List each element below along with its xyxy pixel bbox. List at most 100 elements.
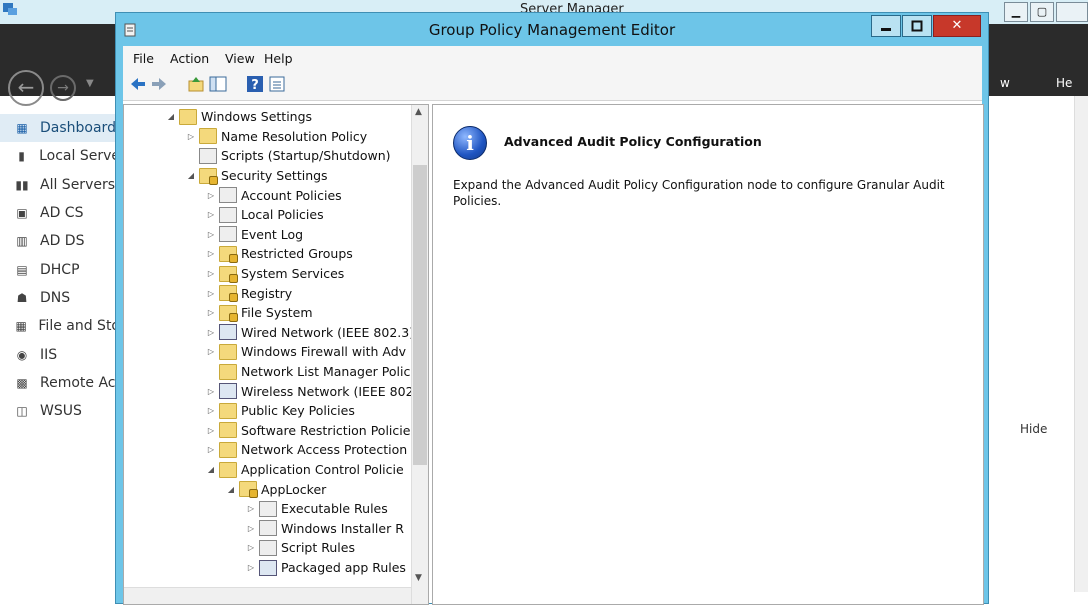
tree-item-label: Scripts (Startup/Shutdown): [221, 148, 391, 164]
network-policy-icon: [219, 324, 237, 341]
back-arrow-icon[interactable]: [129, 75, 147, 93]
tree-item[interactable]: ▷ Wired Network (IEEE 802.3): [205, 323, 414, 343]
back-arrow-icon[interactable]: ←: [8, 70, 44, 106]
sidebar-item-wsus[interactable]: ◫ WSUS: [0, 397, 120, 425]
tree-item[interactable]: ▷ Local Policies: [205, 205, 324, 225]
sidebar-item-ad-ds[interactable]: ▥ AD DS: [0, 227, 120, 255]
expand-icon[interactable]: ▷: [205, 328, 217, 337]
tree-item[interactable]: ▷ Software Restriction Policie: [205, 421, 410, 441]
help-icon[interactable]: ?: [246, 75, 264, 93]
tree-item[interactable]: ▷ Account Policies: [205, 185, 342, 205]
collapse-icon[interactable]: ◢: [225, 485, 237, 494]
tree-item-label: Name Resolution Policy: [221, 128, 368, 144]
scroll-down-icon[interactable]: ▼: [415, 573, 422, 583]
tree-item[interactable]: ▷ Public Key Policies: [205, 401, 355, 421]
sidebar-item-all-servers[interactable]: ▮▮ All Servers: [0, 171, 120, 199]
server-manager-maximize-button[interactable]: ▢: [1030, 2, 1054, 22]
properties-icon[interactable]: [268, 75, 286, 93]
collapse-icon[interactable]: ◢: [185, 171, 197, 180]
forward-arrow-icon[interactable]: →: [50, 75, 76, 101]
tree-item[interactable]: ◢ Windows Settings: [165, 107, 312, 127]
folder-icon: [219, 422, 237, 439]
menu-view[interactable]: View: [225, 51, 255, 66]
scroll-up-icon[interactable]: ▲: [415, 107, 422, 117]
tree-item[interactable]: ▷ Windows Installer R: [245, 519, 404, 539]
forward-arrow-icon[interactable]: [150, 75, 168, 93]
expand-icon[interactable]: ▷: [205, 289, 217, 298]
up-folder-icon[interactable]: [187, 75, 205, 93]
expand-icon[interactable]: ▷: [205, 269, 217, 278]
collapse-icon[interactable]: ◢: [165, 112, 177, 121]
tree-item[interactable]: ◢ Application Control Policie: [205, 460, 404, 480]
tree-item[interactable]: ▷ System Services: [205, 264, 344, 284]
expand-icon[interactable]: ▷: [185, 132, 197, 141]
sidebar-item-dns[interactable]: ☗ DNS: [0, 284, 120, 312]
console-tree[interactable]: ◢ Windows Settings ▷ Name Resolution Policy…: [123, 104, 429, 605]
tree-item[interactable]: Scripts (Startup/Shutdown): [185, 146, 391, 166]
locked-folder-icon: [219, 245, 238, 263]
hide-link[interactable]: Hide: [1020, 422, 1047, 436]
policy-document-icon: [219, 226, 237, 243]
tree-vertical-scrollbar[interactable]: ▲ ▼: [411, 105, 428, 604]
maximize-button[interactable]: [902, 15, 932, 37]
server-manager-minimize-button[interactable]: ▁: [1004, 2, 1028, 22]
nav-dropdown-icon[interactable]: ▼: [86, 78, 94, 89]
expand-icon[interactable]: ▷: [245, 524, 257, 533]
expand-icon[interactable]: ▷: [205, 249, 217, 258]
expand-icon[interactable]: ▷: [205, 347, 217, 356]
tree-item[interactable]: ▷ Restricted Groups: [205, 244, 353, 264]
folder-icon: [219, 343, 237, 360]
tree-scroll-thumb[interactable]: [413, 165, 427, 465]
expand-icon[interactable]: ▷: [245, 504, 257, 513]
tree-item[interactable]: ▷ Script Rules: [245, 538, 355, 558]
server-manager-close-button[interactable]: [1056, 2, 1088, 22]
menu-help[interactable]: Help: [264, 51, 293, 66]
server-manager-scrollbar[interactable]: [1074, 96, 1088, 592]
expand-icon[interactable]: ▷: [205, 308, 217, 317]
help-menu[interactable]: He: [1056, 76, 1072, 90]
sidebar-item-local-server[interactable]: ▮ Local Serve: [0, 142, 120, 170]
menu-action[interactable]: Action: [170, 51, 209, 66]
tree-horizontal-scrollbar[interactable]: [124, 587, 411, 604]
tree-item[interactable]: ▷ Packaged app Rules: [245, 558, 406, 578]
expand-icon[interactable]: ▷: [245, 543, 257, 552]
tree-item[interactable]: ▷ Windows Firewall with Adv: [205, 342, 406, 362]
expand-icon[interactable]: ▷: [205, 445, 217, 454]
tree-item[interactable]: ▷ File System: [205, 303, 313, 323]
expand-icon[interactable]: ▷: [205, 406, 217, 415]
close-button[interactable]: ✕: [933, 15, 981, 37]
expand-icon[interactable]: ▷: [245, 563, 257, 572]
tree-item[interactable]: ▷ Wireless Network (IEEE 802: [205, 381, 414, 401]
gpme-window: Group Policy Management Editor ✕ File Ac…: [115, 12, 989, 605]
tree-item-label: Windows Firewall with Adv: [241, 344, 407, 360]
sidebar-item-ad-cs[interactable]: ▣ AD CS: [0, 199, 120, 227]
minimize-button[interactable]: [871, 15, 901, 37]
tree-item[interactable]: ◢ Security Settings: [185, 166, 328, 186]
sidebar-item-file-storage[interactable]: ▦ File and Sto: [0, 312, 120, 340]
sidebar-item-dhcp[interactable]: ▤ DHCP: [0, 255, 120, 283]
dashboard-icon: ▦: [16, 121, 28, 136]
folder-icon: [199, 128, 217, 145]
expand-icon[interactable]: ▷: [205, 426, 217, 435]
tree-item[interactable]: ▷ Executable Rules: [245, 499, 388, 519]
tree-item[interactable]: ▷ Network Access Protection: [205, 440, 407, 460]
show-hide-tree-icon[interactable]: [209, 75, 227, 93]
maximize-icon: [911, 20, 923, 32]
tree-item[interactable]: ▷ Registry: [205, 283, 292, 303]
sidebar-item-dashboard[interactable]: ▦ Dashboard: [0, 114, 120, 143]
tree-item[interactable]: ◢ AppLocker: [225, 479, 326, 499]
expand-icon[interactable]: ▷: [205, 230, 217, 239]
sidebar-item-remote-access[interactable]: ▩ Remote Ac: [0, 369, 120, 397]
tree-item[interactable]: ▷ Event Log: [205, 225, 303, 245]
tree-item[interactable]: ▷ Name Resolution Policy: [185, 127, 367, 147]
tree-item-label: Local Policies: [241, 207, 324, 223]
folder-icon: [219, 461, 237, 478]
menu-file[interactable]: File: [133, 51, 154, 66]
tools-menu[interactable]: w: [1000, 76, 1010, 90]
expand-icon[interactable]: ▷: [205, 210, 217, 219]
expand-icon[interactable]: ▷: [205, 191, 217, 200]
tree-item[interactable]: Network List Manager Polic: [205, 362, 410, 382]
collapse-icon[interactable]: ◢: [205, 465, 217, 474]
expand-icon[interactable]: ▷: [205, 387, 217, 396]
sidebar-item-iis[interactable]: ◉ IIS: [0, 340, 120, 368]
